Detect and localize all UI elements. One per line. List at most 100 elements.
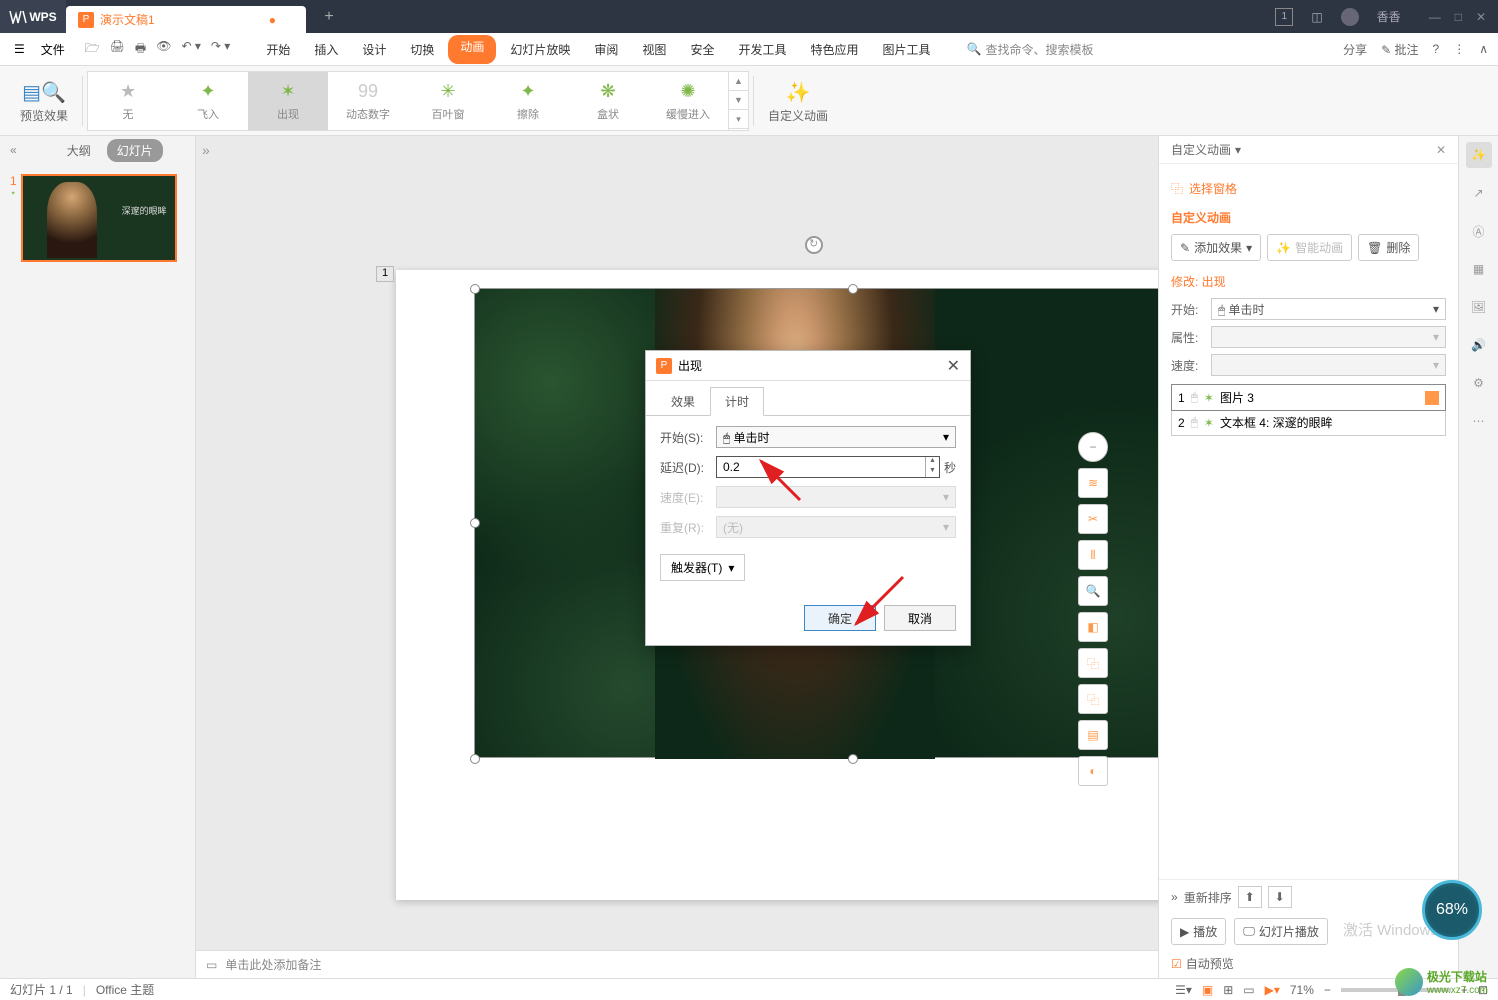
- document-tab[interactable]: P 演示文稿1 ●: [66, 6, 306, 33]
- user-avatar[interactable]: [1341, 8, 1359, 26]
- selection-pane-link[interactable]: ⿻ 选择窗格: [1171, 180, 1446, 197]
- box-icon[interactable]: ◫: [1311, 10, 1322, 24]
- resize-handle-w[interactable]: [470, 518, 480, 528]
- menu-icon[interactable]: ☰▾: [1175, 983, 1192, 997]
- print-icon[interactable]: 🖶: [135, 39, 146, 60]
- text-icon[interactable]: ▤: [1078, 720, 1108, 750]
- timing-tab[interactable]: 计时: [710, 387, 764, 416]
- tab-design[interactable]: 设计: [352, 35, 396, 64]
- copy-icon[interactable]: ⿻: [1078, 648, 1108, 678]
- tab-transition[interactable]: 切换: [400, 35, 444, 64]
- paste-icon[interactable]: ⿻: [1078, 684, 1108, 714]
- dialog-close-icon[interactable]: ✕: [947, 356, 960, 376]
- tab-view[interactable]: 视图: [632, 35, 676, 64]
- undo-icon[interactable]: ↶ ▾: [181, 39, 200, 60]
- gallery-up-icon[interactable]: ▲: [729, 72, 748, 91]
- sorter-view-icon[interactable]: ⊞: [1223, 983, 1233, 997]
- barcode-icon[interactable]: ⦀: [1078, 540, 1108, 570]
- tab-review[interactable]: 审阅: [584, 35, 628, 64]
- outline-tab[interactable]: 大纲: [57, 139, 101, 162]
- resize-handle-s[interactable]: [848, 754, 858, 764]
- start-select[interactable]: 🖱 单击时▾: [716, 426, 956, 448]
- collapse-ribbon-icon[interactable]: ∧: [1479, 42, 1488, 56]
- resize-handle-n[interactable]: [848, 284, 858, 294]
- more-icon[interactable]: ⋯: [1466, 408, 1492, 434]
- sound-icon[interactable]: 🔊: [1466, 332, 1492, 358]
- delay-spinner[interactable]: ▲▼: [716, 456, 940, 478]
- tab-slideshow[interactable]: 幻灯片放映: [500, 35, 580, 64]
- maximize-icon[interactable]: □: [1455, 10, 1462, 24]
- notes-bar[interactable]: ▭ 单击此处添加备注: [196, 950, 1158, 978]
- sparkle-icon[interactable]: ✨: [1466, 142, 1492, 168]
- gallery-down-icon[interactable]: ▼: [729, 91, 748, 110]
- slideshow-button[interactable]: 🖵 幻灯片播放: [1234, 918, 1328, 945]
- slide-thumbnail-row[interactable]: 1 ⋆: [0, 164, 195, 272]
- item-menu-icon[interactable]: [1425, 391, 1439, 405]
- expand-panel-icon[interactable]: »: [202, 142, 210, 158]
- close-pane-icon[interactable]: ✕: [1436, 143, 1446, 157]
- contrast-icon[interactable]: ◐: [1078, 756, 1108, 786]
- slide-thumbnail[interactable]: [21, 174, 177, 262]
- gallery-expand-icon[interactable]: ▾: [729, 110, 748, 129]
- ok-button[interactable]: 确定: [804, 605, 876, 631]
- resize-handle-nw[interactable]: [470, 284, 480, 294]
- move-up-button[interactable]: ⬆: [1238, 886, 1262, 908]
- rotate-handle[interactable]: [805, 236, 823, 254]
- notification-badge[interactable]: 1: [1275, 8, 1293, 26]
- reading-view-icon[interactable]: ▭: [1243, 983, 1254, 997]
- move-down-button[interactable]: ⬇: [1268, 886, 1292, 908]
- tab-insert[interactable]: 插入: [304, 35, 348, 64]
- save-icon[interactable]: 🖨: [110, 39, 125, 60]
- expand-icon[interactable]: »: [1171, 890, 1178, 904]
- gear-icon[interactable]: ⚙: [1466, 370, 1492, 396]
- anim-wipe[interactable]: ✦擦除: [488, 72, 568, 130]
- new-tab-button[interactable]: +: [314, 2, 344, 32]
- slideshow-view-icon[interactable]: ▶▾: [1265, 983, 1280, 997]
- dialog-titlebar[interactable]: P 出现 ✕: [646, 351, 970, 381]
- tab-featured[interactable]: 特色应用: [800, 35, 868, 64]
- open-icon[interactable]: 🗁: [85, 39, 100, 60]
- delay-input[interactable]: [717, 460, 925, 474]
- spin-down-icon[interactable]: ▼: [926, 467, 939, 477]
- trigger-button[interactable]: 触发器(T)▾: [660, 554, 745, 581]
- zoom-value[interactable]: 71%: [1290, 983, 1314, 997]
- image-icon[interactable]: 🖼: [1466, 294, 1492, 320]
- smart-anim-button[interactable]: ✨ 智能动画: [1267, 234, 1352, 261]
- redo-icon[interactable]: ↷ ▾: [211, 39, 230, 60]
- hamburger-icon[interactable]: ☰: [10, 38, 29, 60]
- file-menu[interactable]: 文件: [35, 37, 71, 62]
- zoom-search-icon[interactable]: 🔍: [1078, 576, 1108, 606]
- tab-picture-tools[interactable]: 图片工具: [872, 35, 940, 64]
- share-button[interactable]: 分享: [1343, 41, 1367, 58]
- resize-handle-sw[interactable]: [470, 754, 480, 764]
- more-icon[interactable]: ⋮: [1453, 42, 1465, 56]
- command-search[interactable]: 🔍 查找命令、搜索模板: [967, 41, 1094, 58]
- anim-dynamic-num[interactable]: 99动态数字: [328, 72, 408, 130]
- tab-devtools[interactable]: 开发工具: [728, 35, 796, 64]
- play-button[interactable]: ▶ 播放: [1171, 918, 1226, 945]
- tab-start[interactable]: 开始: [256, 35, 300, 64]
- close-icon[interactable]: ✕: [1476, 10, 1486, 24]
- minimize-icon[interactable]: —: [1429, 10, 1441, 24]
- list-item[interactable]: 2 🖱 ✶ 文本框 4: 深邃的眼眸: [1172, 410, 1445, 435]
- adjust-icon[interactable]: ◧: [1078, 612, 1108, 642]
- annotate-button[interactable]: ✎ 批注: [1381, 41, 1418, 58]
- style-icon[interactable]: Ⓐ: [1466, 218, 1492, 244]
- slides-tab[interactable]: 幻灯片: [107, 139, 163, 162]
- anim-box[interactable]: ❋盒状: [568, 72, 648, 130]
- export-icon[interactable]: ↗: [1466, 180, 1492, 206]
- custom-animation-button[interactable]: ✨ 自定义动画: [758, 77, 838, 124]
- tab-security[interactable]: 安全: [680, 35, 724, 64]
- preview-icon[interactable]: 👁: [156, 39, 171, 60]
- wps-logo[interactable]: WPS: [0, 0, 66, 33]
- anim-none[interactable]: ★无: [88, 72, 168, 130]
- anim-slowenter[interactable]: ✺缓慢进入: [648, 72, 728, 130]
- zoom-out-icon[interactable]: −: [1078, 432, 1108, 462]
- collapse-panel-icon[interactable]: «: [10, 143, 17, 157]
- list-item[interactable]: 1 🖱 ✶ 图片 3: [1172, 385, 1445, 410]
- layers-icon[interactable]: ≋: [1078, 468, 1108, 498]
- preview-effect-button[interactable]: ▤🔍 预览效果: [10, 77, 78, 124]
- start-select[interactable]: 🖱 单击时▾: [1211, 298, 1446, 320]
- help-icon[interactable]: ?: [1433, 42, 1440, 56]
- anim-appear[interactable]: ✶出现: [248, 72, 328, 130]
